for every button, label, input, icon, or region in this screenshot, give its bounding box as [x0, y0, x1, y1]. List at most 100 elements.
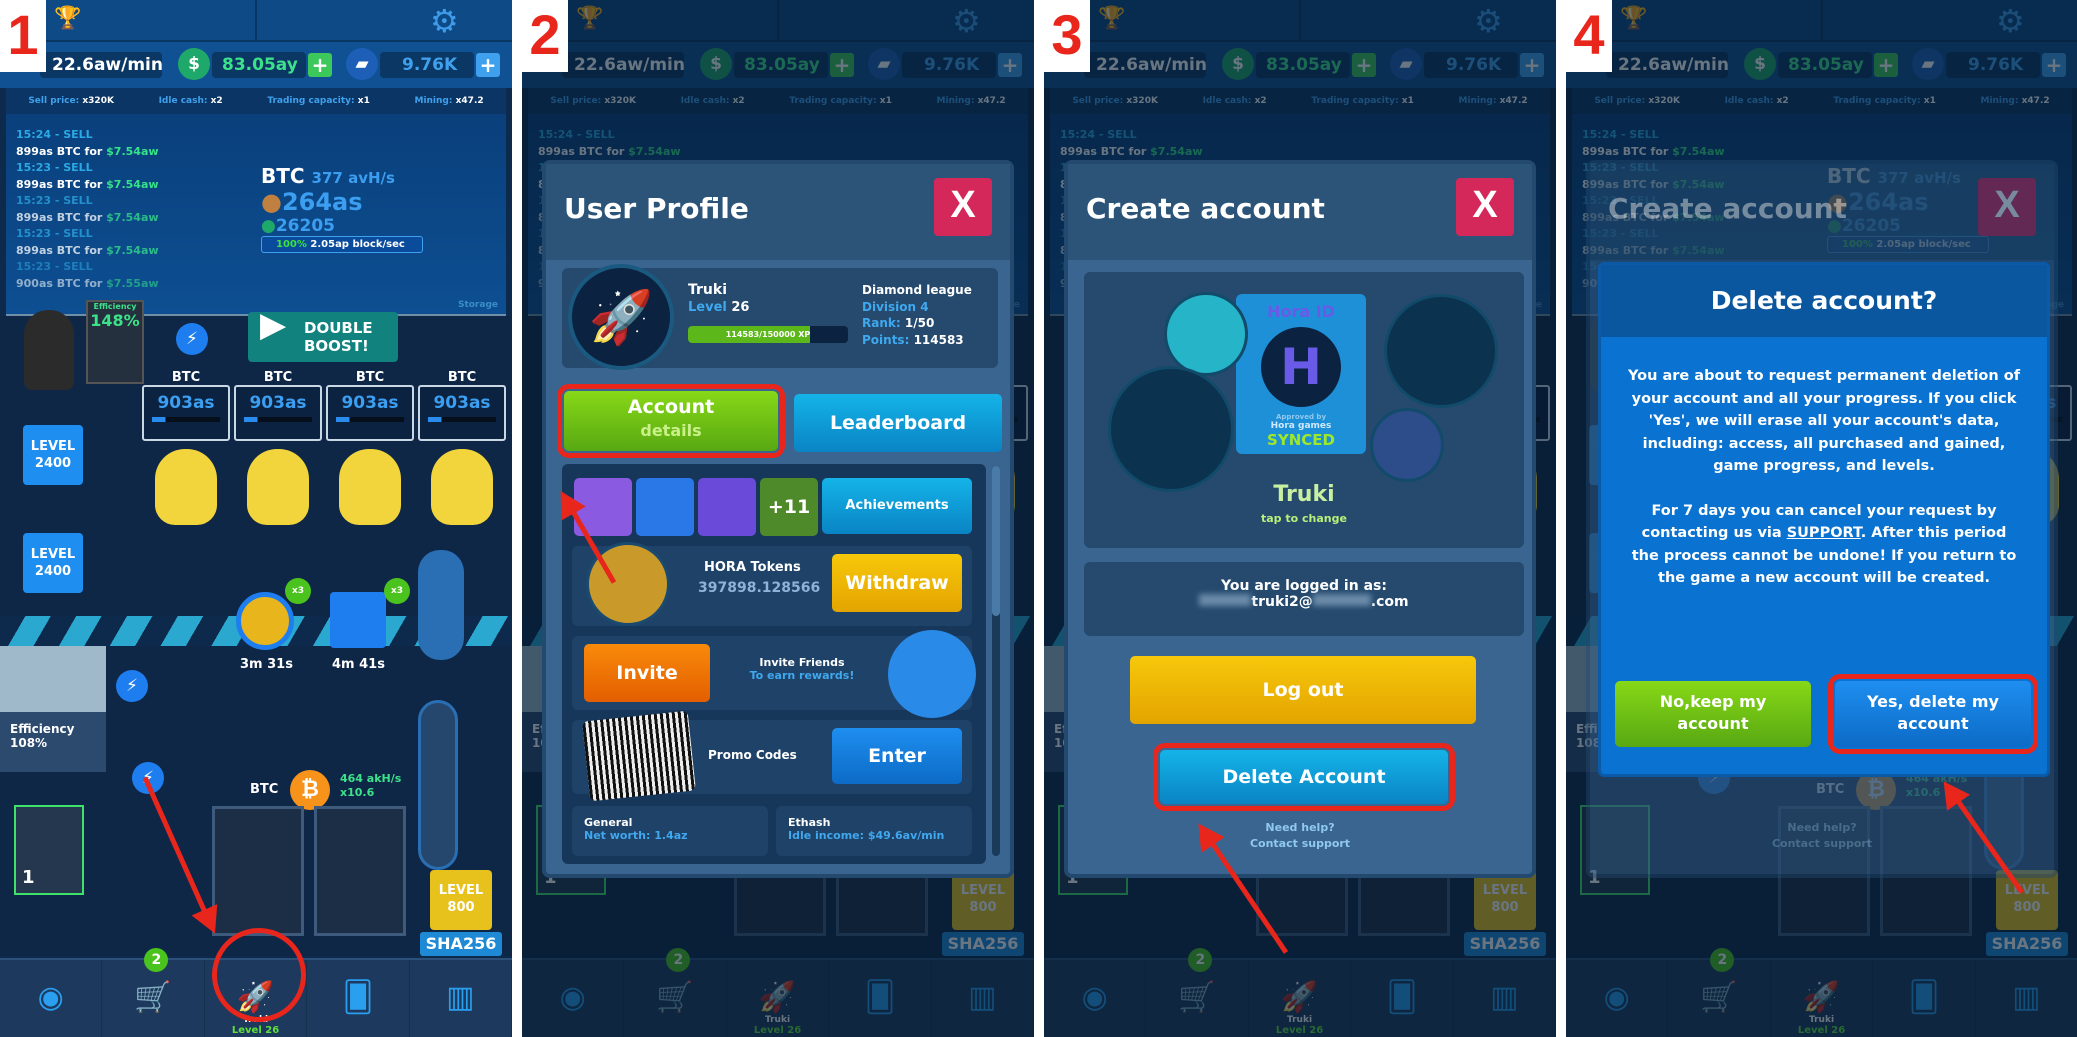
create-account-dialog: Create account X Hora ID H Approved by H… — [1064, 160, 1536, 878]
boost-lightning-icon[interactable]: ⚡ — [176, 323, 208, 355]
player-level: Level 26 — [688, 300, 750, 315]
trader-desk[interactable]: BTC903as — [142, 370, 230, 525]
gpu-unit[interactable]: 1 — [14, 805, 84, 895]
leaderboard-podium-icon[interactable]: 🏆 — [54, 6, 81, 31]
level-up-button[interactable]: LEVEL 2400 — [23, 533, 83, 593]
profile-content-scroll[interactable]: +11 Achievements HORA Tokens 397898.1285… — [562, 464, 986, 864]
storage-label: Storage — [457, 300, 498, 310]
trader-desk[interactable]: BTC903as — [234, 370, 322, 525]
contact-support-link[interactable]: Need help? Contact support — [1068, 820, 1532, 852]
nav-shop[interactable]: 🛒2 — [102, 948, 205, 1037]
general-stats: General Net worth: 1.4az — [572, 806, 768, 856]
cards-icon: 🂠 — [342, 980, 374, 1015]
achievement-icon[interactable] — [636, 478, 694, 536]
mining-rack[interactable] — [212, 806, 304, 936]
step-number: 2 — [522, 0, 568, 72]
player-name: Truki — [688, 282, 727, 298]
delete-account-button[interactable]: Delete Account — [1153, 743, 1455, 811]
coin-boost-icon[interactable] — [236, 592, 294, 650]
cash-icon: ● — [261, 216, 276, 236]
manager-avatar[interactable] — [24, 310, 74, 390]
trade-time: 15:23 - SELL — [16, 161, 93, 174]
panel-step-4: 🏆 ⚙ 22.6aw/min $ 83.05ay + ▰ 9.76K + Sel… — [1566, 0, 2077, 1037]
trader-desk[interactable]: BTC903as — [326, 370, 414, 525]
coin-pipe — [418, 700, 458, 870]
panel-step-2: 🏆 ⚙ 22.6aw/min $ 83.05ay + ▰ 9.76K + Sel… — [522, 0, 1034, 1037]
achievements-button[interactable]: Achievements — [822, 478, 972, 534]
scrollbar[interactable] — [992, 466, 1000, 856]
trade-time: 15:23 - SELL — [16, 194, 93, 207]
mining-efficiency: Efficiency 108% — [0, 712, 106, 772]
nav-building[interactable]: ▥ — [410, 960, 512, 1037]
leaderboard-button[interactable]: Leaderboard — [794, 394, 1002, 452]
avatar-option[interactable] — [1108, 366, 1234, 492]
add-cash-button[interactable]: + — [308, 53, 332, 77]
cash-value: 26205 — [275, 216, 335, 236]
block-progress: 100% 2.05ap block/sec — [261, 236, 423, 253]
double-boost-button[interactable]: DOUBLE BOOST! — [248, 312, 398, 362]
hora-id-badge: Hora ID H Approved by Hora games SYNCED — [1236, 294, 1366, 454]
account-details-button[interactable]: Account details — [557, 384, 785, 458]
coin-name: BTC — [261, 164, 305, 188]
tap-to-change: tap to change — [1261, 512, 1347, 525]
hourglass-boost-icon[interactable] — [418, 550, 464, 660]
phone-invite-icon — [888, 630, 976, 718]
league-info: Diamond league Division 4 Rank: 1/50 Poin… — [862, 283, 972, 347]
nav-boost[interactable]: ◉ — [0, 960, 103, 1037]
hora-tokens-card: HORA Tokens 397898.128566 Withdraw — [572, 542, 972, 626]
invite-card: Invite Invite Friends To earn rewards! — [572, 630, 976, 718]
avatar-option[interactable] — [1384, 294, 1498, 408]
hash-speed: 377 avH/s — [311, 169, 395, 187]
withdraw-button[interactable]: Withdraw — [832, 554, 962, 612]
algorithm-badge: SHA256 — [420, 932, 502, 956]
bitcoin-icon: ₿ — [290, 770, 330, 810]
level-up-button[interactable]: LEVEL 2400 — [23, 425, 83, 485]
achievement-icon[interactable] — [698, 478, 756, 536]
add-gems-button[interactable]: + — [476, 53, 500, 77]
efficiency-board: Efficiency148% — [86, 300, 144, 384]
multiplier-stats: Sell price: x320K Idle cash: x2 Trading … — [6, 88, 506, 114]
boost-lightning-icon[interactable]: ⚡ — [116, 670, 148, 702]
trading-screen[interactable]: 15:24 - SELL 899as BTC for $7.54aw 15:23 … — [6, 114, 506, 316]
invite-text: Invite Friends To earn rewards! — [749, 656, 855, 682]
confirm-delete-button[interactable]: Yes, delete my account — [1828, 674, 2038, 754]
close-button[interactable]: X — [1456, 178, 1514, 236]
lightning-circle-icon: ◉ — [37, 980, 64, 1015]
delete-account-dialog: Delete account? You are about to request… — [1598, 262, 2050, 777]
hora-value: 397898.128566 — [698, 580, 821, 596]
avatar-option[interactable] — [1164, 292, 1248, 376]
ethash-stats: Ethash Idle income: $49.6av/min — [776, 806, 972, 856]
avatar-option[interactable] — [1370, 408, 1444, 482]
trader-desk[interactable]: BTC903as — [418, 370, 506, 525]
more-achievements-count[interactable]: +11 — [760, 478, 818, 536]
crate-boost-icon[interactable] — [330, 592, 386, 648]
promo-label: Promo Codes — [708, 748, 797, 762]
trade-desc: 899as BTC for $7.54aw — [16, 144, 159, 158]
btc-info: BTC 377 avH/s ●264as ●26205 100% 2.05ap … — [261, 164, 423, 253]
close-button: X — [1978, 178, 2036, 236]
highlight-ring — [212, 928, 306, 1022]
rig-coin-label: BTC — [250, 782, 279, 797]
close-button[interactable]: X — [934, 178, 992, 236]
trade-desc: 900as BTC for $7.55aw — [16, 276, 159, 290]
keep-account-button[interactable]: No,keep my account — [1615, 681, 1811, 747]
coin-amount: 264as — [281, 188, 363, 216]
currency-bar: 22.6aw/min $ 83.05ay + ▰ 9.76K + — [0, 42, 512, 88]
avatar-card[interactable]: Hora ID H Approved by Hora games SYNCED … — [1084, 272, 1524, 548]
sell-price-stat: Sell price: x320K — [28, 96, 114, 106]
rocket-avatar-icon[interactable]: 🚀 — [568, 264, 674, 370]
invite-button[interactable]: Invite — [584, 644, 710, 702]
logout-button[interactable]: Log out — [1130, 656, 1476, 724]
mining-rack[interactable] — [314, 806, 406, 936]
settings-gear-icon[interactable]: ⚙ — [430, 2, 459, 40]
enter-promo-button[interactable]: Enter — [832, 728, 962, 784]
rig-level-button[interactable]: LEVEL 800 — [430, 870, 492, 930]
top-bar: 🏆 ⚙ — [0, 0, 512, 42]
cash-coin-icon: $ — [178, 48, 210, 80]
nav-cards[interactable]: 🂠 — [307, 960, 410, 1037]
logged-in-card: You are logged in as: truki2@ .com — [1084, 562, 1524, 636]
delete-warning-text: You are about to request permanent delet… — [1627, 368, 2021, 586]
trade-log: 15:24 - SELL 899as BTC for $7.54aw 15:23 … — [16, 127, 181, 292]
shopping-cart-icon: 🛒 — [134, 980, 172, 1015]
support-link[interactable]: SUPPORT — [1787, 525, 1861, 541]
